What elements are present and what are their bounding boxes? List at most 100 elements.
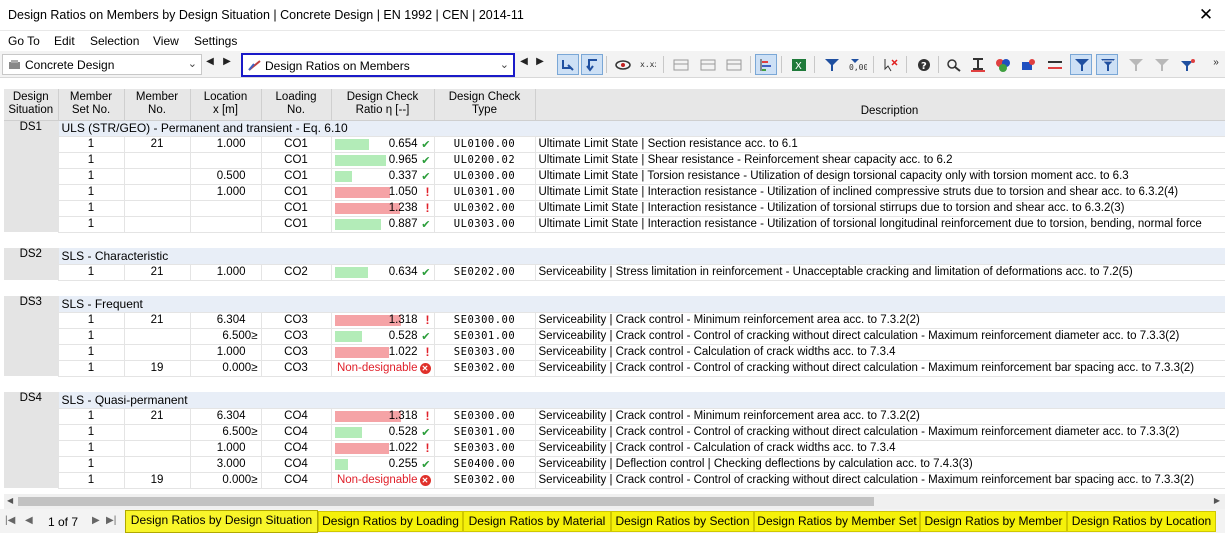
table-row[interactable]: 1 6.500≥ CO3 0.528 ✔ SE0301.00 Serviceability …	[4, 328, 1225, 345]
module-next-button[interactable]: ▶	[222, 56, 232, 67]
next-page-icon[interactable]: ▶	[92, 515, 100, 526]
member-set-cell: 1	[58, 472, 125, 489]
view-button[interactable]	[611, 54, 633, 75]
table-row[interactable]: 1 0.500 CO1 0.337 ✔ UL0300.00 Ultimate Limit S…	[4, 168, 1225, 185]
result-next-button[interactable]: ▶	[535, 56, 545, 67]
menu-view[interactable]: View	[153, 34, 179, 48]
table-button[interactable]	[722, 54, 744, 75]
table-row[interactable]: 1 1.000 CO4 1.022! SE0303.00 Serviceability |…	[4, 440, 1225, 457]
excel-export-button[interactable]: X	[787, 54, 809, 75]
design-situation-cell[interactable]: DS4	[4, 392, 59, 488]
tab-by-location[interactable]: Design Ratios by Location	[1067, 511, 1216, 532]
tab-by-member[interactable]: Design Ratios by Member	[920, 511, 1067, 532]
location-value: 1.000	[216, 442, 246, 454]
situation-row[interactable]: DS3 SLS - Frequent	[4, 296, 1225, 376]
module-select[interactable]: Concrete Design ⌄	[2, 54, 202, 75]
table-row[interactable]: 1 21 1.000 CO1 0.654 ✔ UL0100.00 Ultimate Limit…	[4, 136, 1225, 153]
scroll-right-icon[interactable]: ▶	[1214, 496, 1220, 505]
help-button[interactable]: ?	[912, 54, 934, 75]
table-button[interactable]	[669, 54, 691, 75]
filter-icon	[1129, 59, 1143, 71]
situation-row[interactable]: DS1 ULS (STR/GEO) - Permanent and transie…	[4, 120, 1225, 232]
section-button[interactable]	[966, 54, 988, 75]
table-row[interactable]: 1 19 0.000≥ CO4 Non-designable ✕ SE0302.00 Serv…	[4, 472, 1225, 489]
filter-clear-button[interactable]	[1176, 54, 1198, 75]
scrollbar-thumb[interactable]	[18, 497, 874, 506]
check-icon: ✔	[421, 170, 431, 183]
filter-options-button[interactable]	[1096, 54, 1118, 75]
horizontal-scrollbar[interactable]: ◀ ▶	[4, 494, 1225, 509]
results-button[interactable]	[1016, 54, 1038, 75]
menu-settings[interactable]: Settings	[194, 34, 237, 48]
table-row[interactable]: 1 21 1.000 CO2 0.634 ✔ SE0202.00 Serviceability…	[4, 264, 1225, 281]
design-situation-cell[interactable]: DS1	[4, 120, 59, 232]
header-location: Location x [m]	[190, 89, 262, 121]
filter-disabled-button[interactable]	[1150, 54, 1172, 75]
tab-by-member-set[interactable]: Design Ratios by Member Set	[754, 511, 920, 532]
concrete-design-icon	[9, 60, 20, 69]
menu-selection[interactable]: Selection	[90, 34, 139, 48]
error-icon: ✕	[419, 474, 431, 486]
module-prev-button[interactable]: ◀	[205, 56, 215, 67]
situation-row[interactable]: DS2 SLS - Characteristic	[4, 248, 1225, 280]
table-row[interactable]: 1 6.500≥ CO4 0.528 ✔ SE0301.00 Serviceability …	[4, 424, 1225, 441]
toolbar-overflow-icon[interactable]: »	[1211, 57, 1221, 68]
tab-by-section[interactable]: Design Ratios by Section	[611, 511, 754, 532]
filter-button[interactable]	[820, 54, 842, 75]
toolbar-separator	[606, 56, 607, 73]
view-graphics-button[interactable]	[942, 54, 964, 75]
ratio-cell: Non-designable ✕	[331, 472, 435, 489]
coloring-button[interactable]	[991, 54, 1013, 75]
decimal-places-button[interactable]: x.xx	[636, 54, 658, 75]
value-filter-button[interactable]: 0,00	[845, 54, 867, 75]
bar-chart-icon	[760, 59, 771, 71]
table-row[interactable]: 1 1.000 CO1 1.050! UL0301.00 Ultimate Limit S…	[4, 184, 1225, 201]
ratio-cell: 1.050!	[331, 184, 435, 201]
close-icon[interactable]: ✕	[1197, 5, 1215, 25]
design-situation-cell[interactable]: DS3	[4, 296, 59, 376]
table-row[interactable]: 1 CO1 1.238! UL0302.00 Ultimate Limit State …	[4, 200, 1225, 217]
bar-chart-button[interactable]	[755, 54, 777, 75]
member-set-cell: 1	[58, 440, 125, 457]
last-page-icon[interactable]: ▶|	[106, 515, 116, 526]
menu-goto[interactable]: Go To	[8, 34, 40, 48]
description-cell: Ultimate Limit State | Torsion resistanc…	[535, 168, 1225, 185]
table-row[interactable]: 1 21 6.304 CO3 1.318! SE0300.00 Serviceability…	[4, 312, 1225, 329]
table-row[interactable]: 1 1.000 CO3 1.022! SE0303.00 Serviceability |…	[4, 344, 1225, 361]
tab-by-design-situation[interactable]: Design Ratios by Design Situation	[125, 510, 318, 533]
ratio-bar	[334, 170, 353, 182]
results-table: Design Situation Member Set No. Member No. …	[4, 89, 1225, 493]
check-type-cell: SE0303.00	[434, 440, 536, 457]
jump-to-member-button[interactable]	[557, 54, 579, 75]
tab-by-loading[interactable]: Design Ratios by Loading	[318, 511, 463, 532]
table-row[interactable]: 1 3.000 CO4 0.255 ✔ SE0400.00 Serviceability |…	[4, 456, 1225, 473]
reinforcement-button[interactable]	[1043, 54, 1065, 75]
header-type: Design Check Type	[434, 89, 536, 121]
show-member-button[interactable]	[581, 54, 603, 75]
spacer-cell	[4, 376, 1225, 392]
prev-page-icon[interactable]: ◀	[25, 515, 33, 526]
menu-edit[interactable]: Edit	[54, 34, 75, 48]
result-select[interactable]: Design Ratios on Members ⌄	[241, 53, 515, 77]
table-row[interactable]: 1 CO1 0.887 ✔ UL0303.00 Ultimate Limit State …	[4, 216, 1225, 233]
situation-row[interactable]: DS4 SLS - Quasi-permanent	[4, 392, 1225, 488]
result-select-label: Design Ratios on Members	[265, 59, 410, 73]
eye-icon	[615, 60, 631, 70]
design-situation-cell[interactable]: DS2	[4, 248, 59, 280]
table-row[interactable]: 1 21 6.304 CO4 1.318! SE0300.00 Serviceability…	[4, 408, 1225, 425]
deselect-button[interactable]	[879, 54, 901, 75]
table-row[interactable]: 1 CO1 0.965 ✔ UL0200.02 Ultimate Limit State …	[4, 152, 1225, 169]
filter-toggle-button[interactable]	[1070, 54, 1092, 75]
ratio-cell: 0.634 ✔	[331, 264, 435, 281]
filter-disabled-button[interactable]	[1124, 54, 1146, 75]
help-icon: ?	[918, 59, 930, 72]
scroll-left-icon[interactable]: ◀	[7, 496, 13, 505]
table-button[interactable]	[696, 54, 718, 75]
ratio-cell: 0.654 ✔	[331, 136, 435, 153]
result-prev-button[interactable]: ◀	[519, 56, 529, 67]
toolbar-separator	[750, 56, 751, 73]
table-row[interactable]: 1 19 0.000≥ CO3 Non-designable ✕ SE0302.00 Serv…	[4, 360, 1225, 377]
tab-by-material[interactable]: Design Ratios by Material	[463, 511, 611, 532]
first-page-icon[interactable]: |◀	[5, 515, 15, 526]
member-cell	[124, 184, 191, 201]
